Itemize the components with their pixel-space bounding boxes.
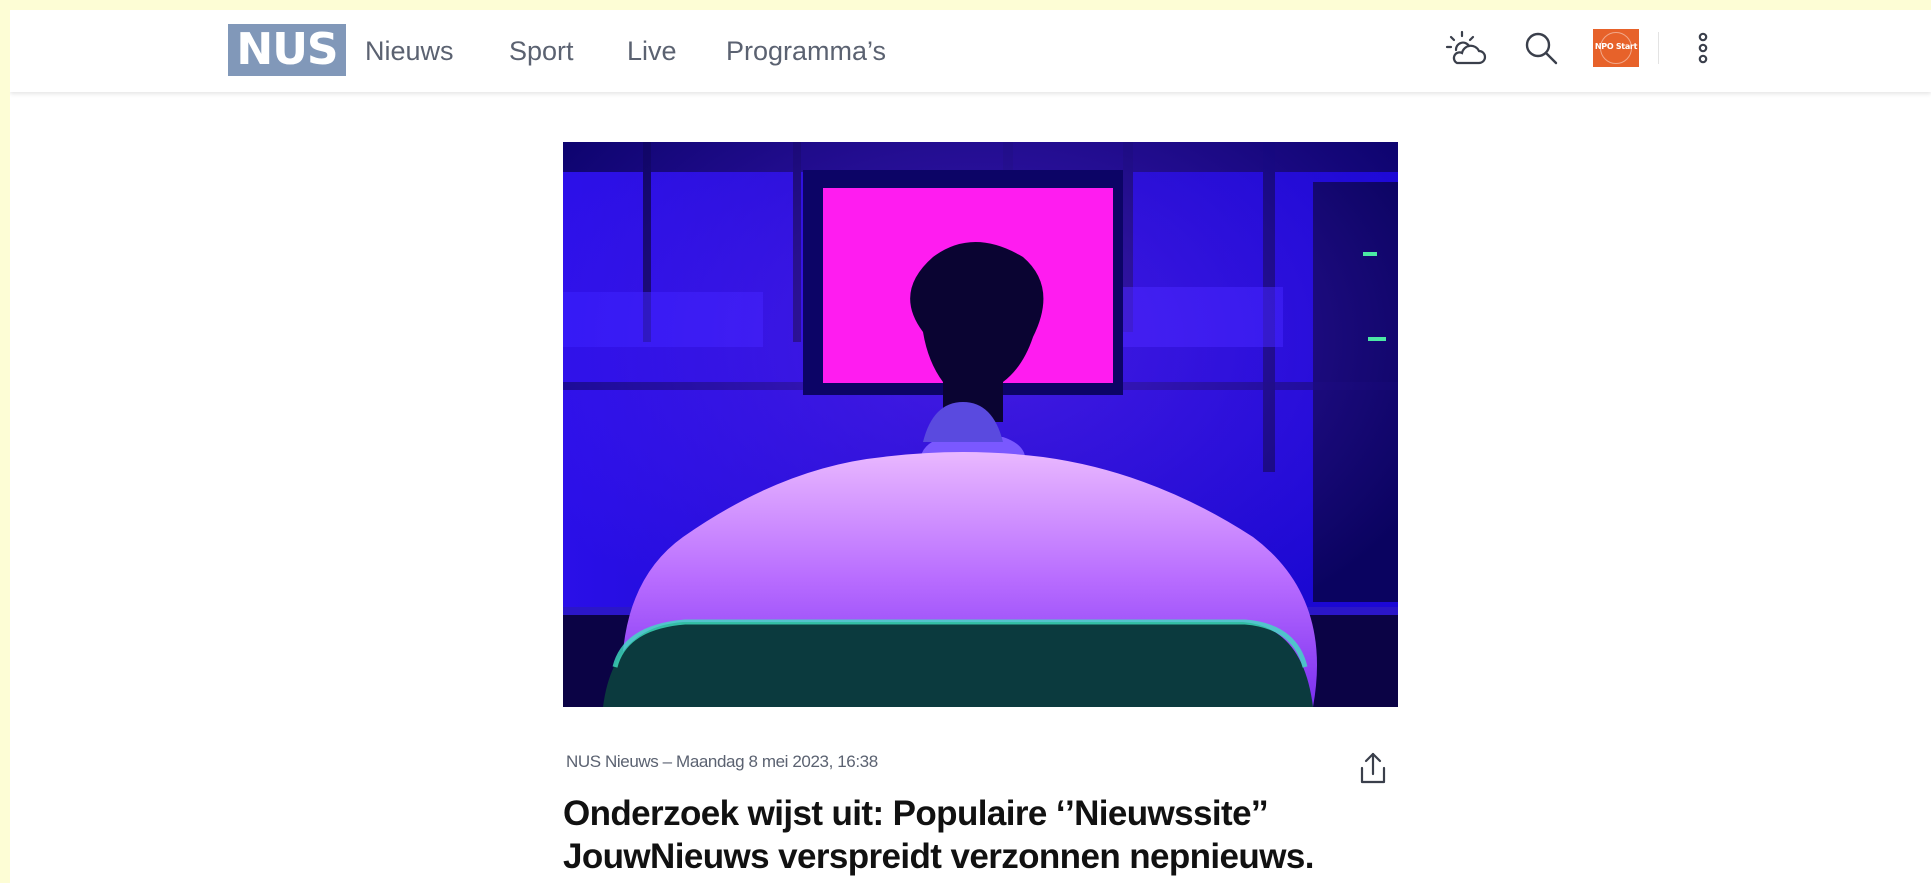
headline-line-2: JouwNieuws verspreidt verzonnen nepnieuw…	[563, 837, 1314, 876]
article-meta: NUS Nieuws – Maandag 8 mei 2023, 16:38	[566, 752, 878, 771]
headline-line-1: Onderzoek wijst uit: Populaire ‘’Nieuwss…	[563, 794, 1269, 833]
nus-logo[interactable]: NUS	[228, 24, 346, 76]
search-icon[interactable]	[1521, 29, 1561, 69]
header-divider	[1658, 32, 1659, 64]
article-headline: Onderzoek wijst uit: Populaire ‘’Nieuwss…	[563, 792, 1423, 878]
nav-sport[interactable]: Sport	[509, 36, 574, 67]
page: NUS Nieuws Sport Live Programma’s NPO St…	[10, 10, 1931, 883]
nav-programmas[interactable]: Programma’s	[726, 36, 886, 67]
weather-icon[interactable]	[1443, 29, 1489, 69]
top-navigation-bar: NUS Nieuws Sport Live Programma’s NPO St…	[10, 10, 1931, 92]
nav-nieuws[interactable]: Nieuws	[365, 36, 454, 67]
npo-start-label: NPO Start	[1594, 42, 1638, 51]
nav-live[interactable]: Live	[627, 36, 677, 67]
more-vertical-icon[interactable]	[1696, 29, 1710, 69]
article-hero-image	[563, 142, 1398, 707]
npo-start-button[interactable]: NPO Start	[1593, 29, 1639, 67]
share-icon[interactable]	[1355, 750, 1391, 788]
